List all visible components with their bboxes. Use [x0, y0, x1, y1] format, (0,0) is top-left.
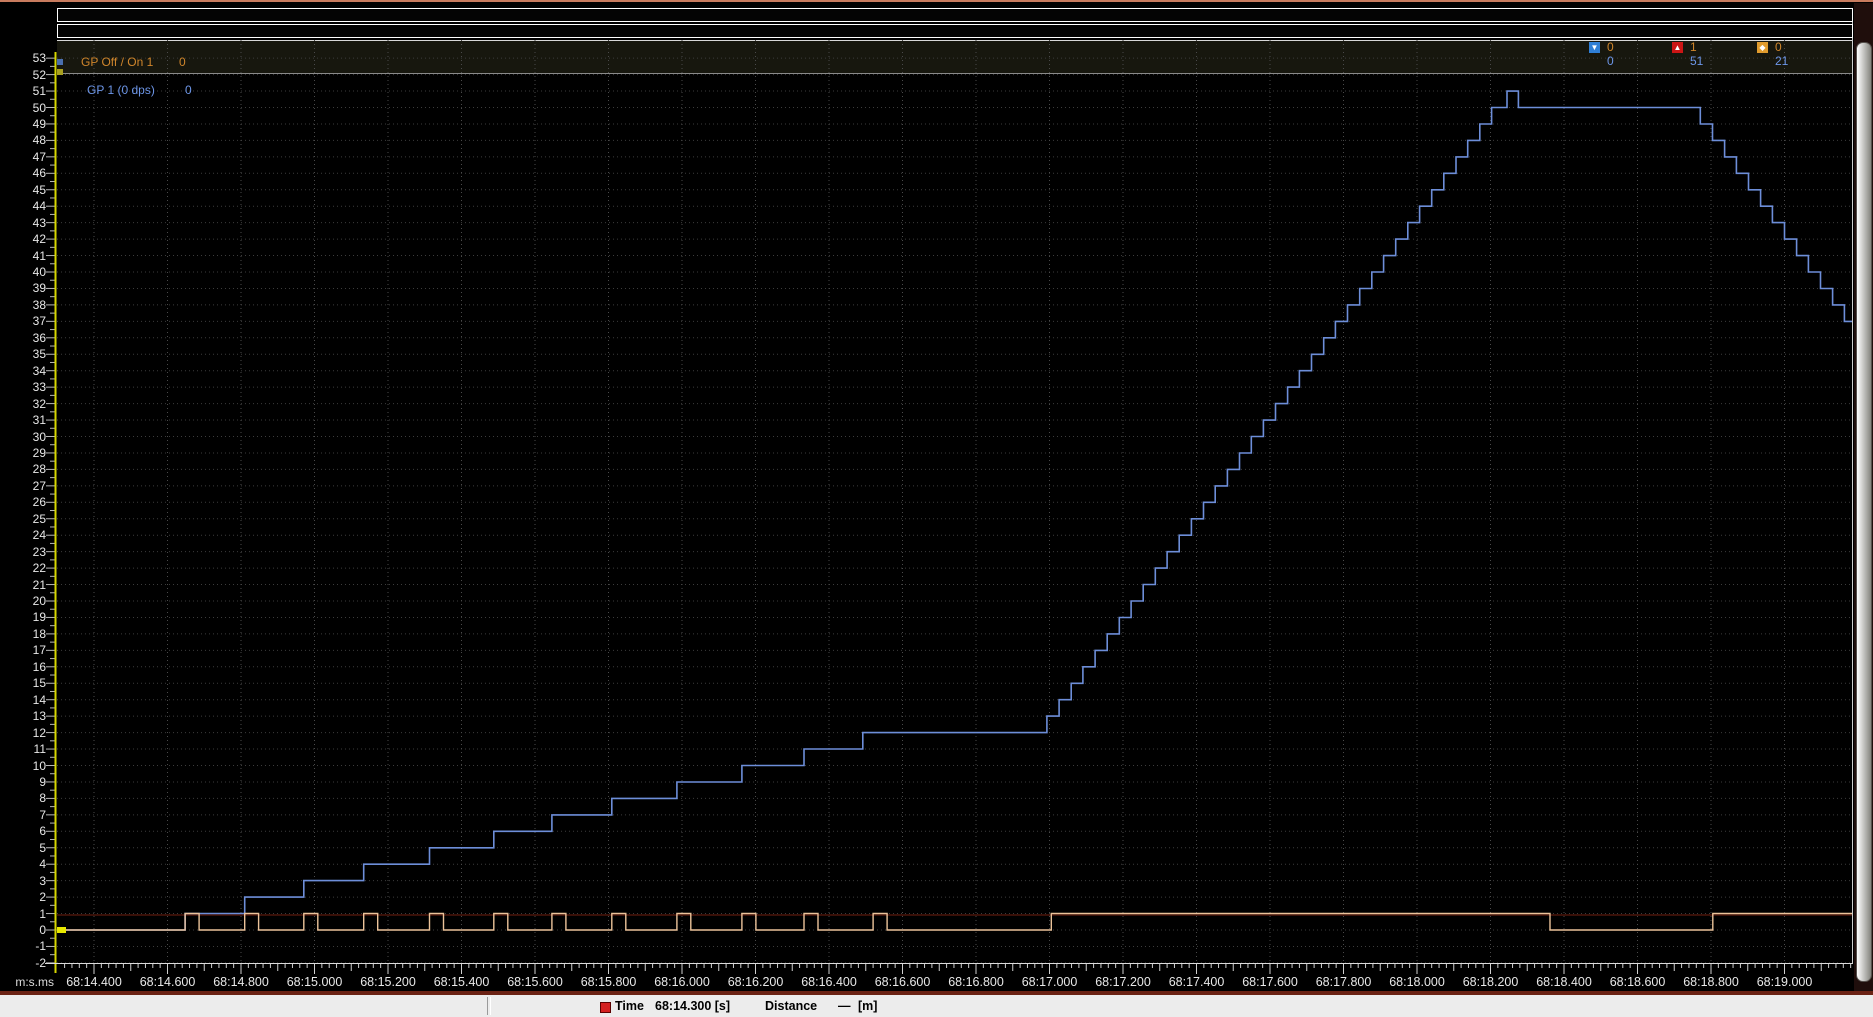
y-tick-label: 13 — [16, 709, 46, 723]
y-tick-label: 9 — [16, 775, 46, 789]
status-distance-unit: [m] — [858, 999, 877, 1013]
y-tick-label: 26 — [16, 495, 46, 509]
status-distance-label: Distance — [765, 999, 817, 1013]
y-tick-label: 1 — [16, 907, 46, 921]
y-tick-label: 16 — [16, 660, 46, 674]
y-tick-label: 14 — [16, 693, 46, 707]
y-tick-label: 40 — [16, 265, 46, 279]
y-tick-label: 5 — [16, 841, 46, 855]
y-tick-label: 27 — [16, 479, 46, 493]
y-tick-label: 31 — [16, 413, 46, 427]
status-bar-separator — [487, 997, 491, 1015]
y-tick-label: 36 — [16, 331, 46, 345]
y-tick-label: 28 — [16, 462, 46, 476]
y-tick-label: 53 — [16, 51, 46, 65]
y-tick-label: 11 — [16, 742, 46, 756]
legend-value: 0 — [185, 83, 192, 97]
gp-off-on-trace — [57, 914, 1853, 931]
y-tick-label: 8 — [16, 791, 46, 805]
y-tick-label: -2 — [16, 956, 46, 970]
y-tick-label: 38 — [16, 298, 46, 312]
y-tick-label: 25 — [16, 512, 46, 526]
stat-max-ch2: 51 — [1672, 54, 1752, 68]
y-tick-label: 3 — [16, 874, 46, 888]
channel-lane-1 — [57, 8, 1853, 22]
min-icon: ▼ — [1589, 42, 1600, 53]
y-tick-label: 35 — [16, 347, 46, 361]
vertical-scrollbar-track[interactable] — [1854, 3, 1873, 992]
trace-viewer-window: GP Off / On 10 GP 1 (0 dps)0 ▼ 0 0 ▲ 1 5… — [0, 0, 1873, 1017]
time-cursor-icon — [600, 1002, 611, 1013]
x-tick-label: 68:19.000 — [1740, 975, 1830, 989]
y-tick-label: 50 — [16, 101, 46, 115]
y-tick-label: 51 — [16, 84, 46, 98]
y-tick-label: 49 — [16, 117, 46, 131]
max-icon: ▲ — [1672, 42, 1683, 53]
y-tick-label: -1 — [16, 939, 46, 953]
y-tick-label: 0 — [16, 923, 46, 937]
y-tick-label: 34 — [16, 364, 46, 378]
y-tick-label: 30 — [16, 430, 46, 444]
y-tick-label: 39 — [16, 281, 46, 295]
status-distance-value: — — [838, 999, 851, 1013]
x-axis-unit-label: m:s.ms — [4, 975, 54, 989]
legend: GP Off / On 10 GP 1 (0 dps)0 — [61, 41, 301, 69]
stat-min-ch2: 0 — [1589, 54, 1669, 68]
y-tick-label: 32 — [16, 397, 46, 411]
gp1-trace — [57, 91, 1853, 930]
stat-column-min: ▼ 0 0 — [1589, 40, 1669, 70]
stat-avg-ch1: 0 — [1775, 40, 1782, 54]
y-tick-label: 41 — [16, 249, 46, 263]
y-tick-label: 45 — [16, 183, 46, 197]
y-tick-label: 10 — [16, 759, 46, 773]
y-tick-label: 33 — [16, 380, 46, 394]
y-tick-label: 43 — [16, 216, 46, 230]
stat-max-ch1: 1 — [1690, 40, 1697, 54]
y-tick-label: 21 — [16, 578, 46, 592]
channel-lane-2 — [57, 24, 1853, 38]
y-tick-label: 20 — [16, 594, 46, 608]
stat-min-ch1: 0 — [1607, 40, 1614, 54]
time-cursor-value-marker — [57, 927, 66, 933]
y-tick-label: 29 — [16, 446, 46, 460]
y-tick-label: 52 — [16, 68, 46, 82]
status-bar: Time 68:14.300 [s] Distance — [m] — [0, 995, 1873, 1017]
y-tick-label: 2 — [16, 890, 46, 904]
y-tick-label: 4 — [16, 857, 46, 871]
y-tick-label: 19 — [16, 610, 46, 624]
legend-row-gp-off-on[interactable]: GP Off / On 10 — [61, 41, 301, 55]
y-tick-label: 24 — [16, 528, 46, 542]
y-tick-label: 22 — [16, 561, 46, 575]
y-tick-label: 15 — [16, 676, 46, 690]
y-tick-label: 7 — [16, 808, 46, 822]
stat-column-avg: ◆ 0 21 — [1757, 40, 1837, 70]
stat-column-max: ▲ 1 51 — [1672, 40, 1752, 70]
y-tick-label: 44 — [16, 199, 46, 213]
y-tick-label: 12 — [16, 726, 46, 740]
status-time-label: Time — [615, 999, 644, 1013]
vertical-scrollbar-thumb[interactable] — [1856, 42, 1872, 982]
y-tick-label: 6 — [16, 824, 46, 838]
y-tick-label: 23 — [16, 545, 46, 559]
y-tick-label: 47 — [16, 150, 46, 164]
stat-avg-ch2: 21 — [1757, 54, 1837, 68]
legend-label: GP 1 (0 dps) — [81, 83, 179, 97]
legend-band — [57, 40, 1853, 73]
y-tick-label: 17 — [16, 643, 46, 657]
legend-row-gp1[interactable]: GP 1 (0 dps)0 — [61, 55, 301, 69]
selected-channel-marker-icon — [57, 59, 63, 65]
y-tick-label: 18 — [16, 627, 46, 641]
status-time-value: 68:14.300 [s] — [655, 999, 730, 1013]
y-tick-label: 37 — [16, 314, 46, 328]
y-tick-label: 42 — [16, 232, 46, 246]
y-tick-label: 48 — [16, 133, 46, 147]
chart-canvas — [0, 0, 1873, 1017]
avg-icon: ◆ — [1757, 42, 1768, 53]
y-tick-label: 46 — [16, 166, 46, 180]
